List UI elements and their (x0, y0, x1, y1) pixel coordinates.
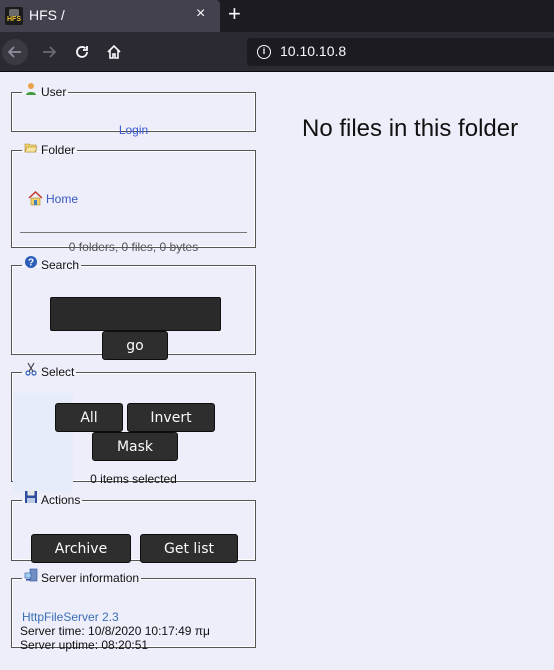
select-legend: Select (22, 362, 76, 379)
server-legend: Server information (22, 568, 141, 585)
back-button[interactable] (2, 39, 28, 65)
reload-icon (76, 46, 88, 58)
forward-button[interactable] (36, 39, 62, 65)
search-panel: ? Search go (11, 256, 256, 360)
back-arrow-icon (7, 46, 21, 58)
server-computer-icon (24, 568, 38, 582)
search-input[interactable] (50, 297, 221, 331)
server-time: Server time: 10/8/2020 10:17:49 πμ (20, 624, 210, 638)
selection-count: 0 items selected (90, 472, 177, 486)
hfs-version-link[interactable]: HttpFileServer 2.3 (22, 610, 119, 624)
new-tab-button[interactable]: + (228, 2, 241, 26)
browser-tab[interactable]: HFS HFS / × (0, 0, 220, 32)
empty-folder-message: No files in this folder (302, 115, 519, 142)
select-all-button[interactable]: All (55, 403, 123, 432)
floppy-disk-icon (25, 491, 37, 503)
go-button[interactable]: go (102, 331, 168, 360)
url-bar[interactable]: i 10.10.10.8 (247, 38, 554, 66)
site-info-icon[interactable]: i (257, 45, 271, 59)
folder-stats: 0 folders, 0 files, 0 bytes (68, 240, 199, 254)
home-icon (107, 44, 121, 59)
hfs-favicon-icon: HFS (5, 7, 23, 25)
browser-navbar: i 10.10.10.8 (0, 32, 554, 72)
search-legend: ? Search (22, 256, 81, 272)
scissors-icon (25, 362, 37, 376)
reload-button[interactable] (69, 39, 95, 65)
server-info-panel: Server information HttpFileServer 2.3 Se… (11, 568, 256, 652)
get-list-button[interactable]: Get list (140, 534, 238, 563)
close-tab-icon[interactable]: × (196, 5, 205, 23)
user-icon (26, 83, 36, 95)
archive-button[interactable]: Archive (31, 534, 131, 563)
browser-tabbar: HFS HFS / × + (0, 0, 554, 32)
home-link[interactable]: Home (46, 192, 78, 206)
forward-arrow-icon (43, 46, 57, 58)
user-legend: User (22, 83, 68, 99)
folder-legend: Folder (22, 143, 77, 157)
help-question-icon: ? (25, 256, 37, 269)
svg-text:?: ? (28, 258, 34, 269)
tab-title: HFS / (29, 7, 65, 23)
user-panel: User Login (11, 83, 256, 137)
url-text[interactable]: 10.10.10.8 (280, 43, 346, 59)
actions-panel: Actions Archive Get list (11, 491, 256, 563)
mask-button[interactable]: Mask (92, 432, 178, 461)
open-folder-icon (24, 143, 38, 153)
actions-legend: Actions (22, 491, 82, 507)
folder-panel: Folder Home 0 folders, 0 files, 0 bytes (11, 143, 256, 254)
divider (20, 232, 247, 233)
home-folder-icon (28, 191, 43, 206)
select-panel: Select All Invert Mask 0 items selected (11, 362, 256, 493)
server-uptime: Server uptime: 08:20:51 (20, 638, 149, 652)
home-entry[interactable]: Home (28, 191, 78, 206)
login-link[interactable]: Login (12, 123, 255, 137)
invert-selection-button[interactable]: Invert (127, 403, 215, 432)
home-button[interactable] (101, 39, 127, 65)
